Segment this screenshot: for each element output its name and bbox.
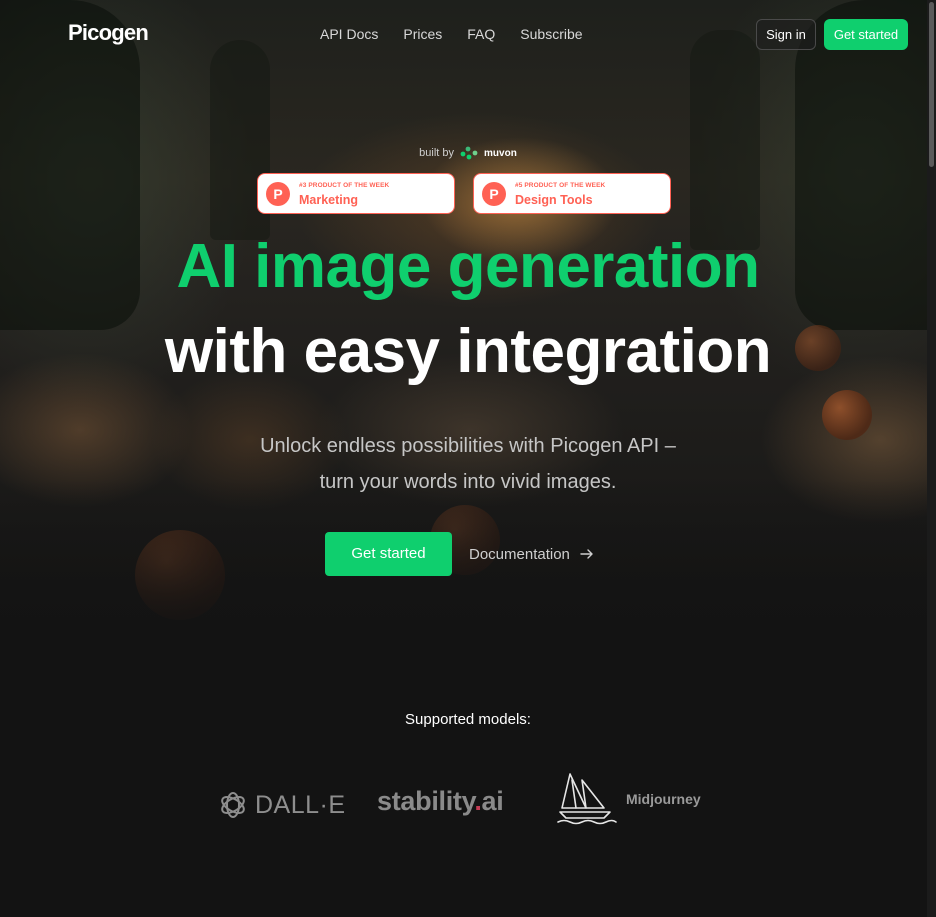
midjourney-logo: Midjourney — [556, 772, 701, 826]
get-started-header-button[interactable]: Get started — [824, 19, 908, 50]
background-ball — [135, 530, 225, 620]
badge-category: Marketing — [299, 193, 359, 207]
site-header: Picogen API Docs Prices FAQ Subscribe Si… — [0, 0, 936, 68]
producthunt-badge-marketing[interactable]: P #3 PRODUCT OF THE WEEK Marketing — [257, 173, 455, 214]
nav-faq[interactable]: FAQ — [467, 26, 495, 42]
nav-prices[interactable]: Prices — [403, 26, 442, 42]
page-scrollbar[interactable] — [927, 0, 936, 917]
built-by-label: built by — [419, 147, 455, 159]
scrollbar-thumb[interactable] — [929, 2, 934, 167]
logo[interactable]: Picogen — [68, 20, 149, 46]
documentation-link[interactable]: Documentation — [469, 544, 594, 564]
stability-wordmark: stability — [377, 786, 475, 816]
hero-subtitle: Unlock endless possibilities with Picoge… — [168, 428, 768, 500]
stability-ai-suffix: ai — [481, 786, 504, 816]
badge-category: Design Tools — [515, 193, 593, 207]
arrow-right-icon — [580, 549, 593, 559]
openai-icon — [221, 792, 245, 818]
get-started-hero-button[interactable]: Get started — [325, 532, 452, 576]
supported-models-title: Supported models: — [405, 711, 531, 728]
producthunt-icon: P — [266, 182, 290, 206]
midjourney-wordmark: Midjourney — [626, 791, 701, 807]
headline-secondary: with easy integration — [164, 317, 772, 386]
hero-subtitle-line-1: Unlock endless possibilities with Picoge… — [260, 435, 676, 457]
midjourney-sailboat-icon — [557, 773, 617, 825]
built-by-line[interactable]: built by muvon — [0, 145, 936, 161]
sign-in-button[interactable]: Sign in — [756, 19, 816, 50]
nav-subscribe[interactable]: Subscribe — [520, 26, 582, 42]
muvon-logo-icon — [460, 146, 478, 160]
background-ball — [822, 390, 872, 440]
badge-rank: #3 PRODUCT OF THE WEEK — [299, 182, 390, 189]
producthunt-badge-design-tools[interactable]: P #5 PRODUCT OF THE WEEK Design Tools — [473, 173, 671, 214]
dalle-wordmark: DALL·E — [255, 790, 346, 819]
stability-dot: . — [474, 786, 482, 816]
dalle-logo: DALL·E — [217, 788, 346, 822]
producthunt-icon: P — [482, 182, 506, 206]
stability-ai-logo: stability.ai — [377, 786, 504, 817]
nav-api-docs[interactable]: API Docs — [320, 26, 378, 42]
headline-primary: AI image generation — [176, 232, 760, 301]
badge-rank: #5 PRODUCT OF THE WEEK — [515, 182, 606, 189]
documentation-label: Documentation — [469, 545, 570, 563]
main-nav: API Docs Prices FAQ Subscribe — [320, 26, 583, 42]
hero-subtitle-line-2: turn your words into vivid images. — [319, 471, 617, 493]
muvon-brand: muvon — [484, 147, 517, 159]
